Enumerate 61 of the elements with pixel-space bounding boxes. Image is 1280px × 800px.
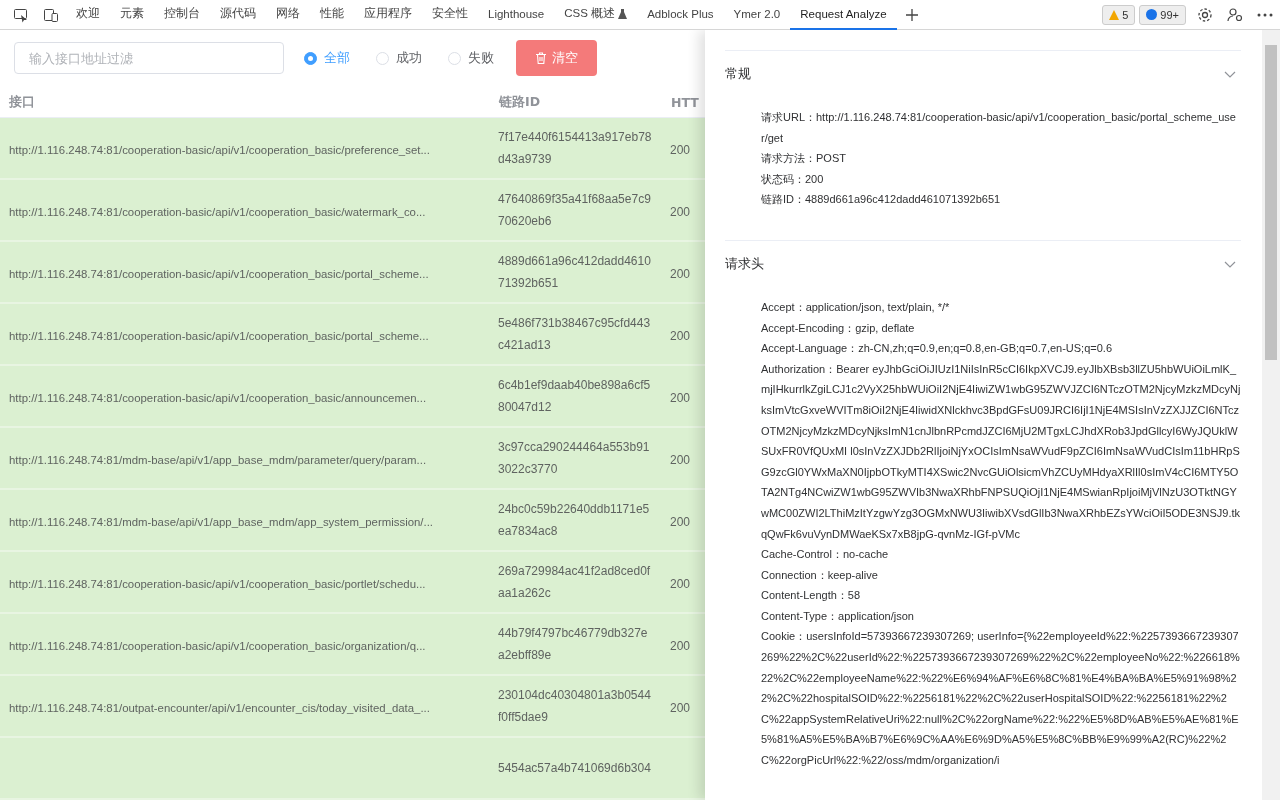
status-text: 200	[669, 638, 691, 653]
warnings-badge[interactable]: 5	[1102, 4, 1136, 25]
status-text: 200	[669, 576, 691, 591]
devtools-tab[interactable]: CSS 概述	[554, 0, 638, 30]
messages-badge[interactable]: 99+	[1139, 4, 1186, 25]
trash-icon	[535, 52, 547, 64]
url-text: http://1.116.248.74:81/cooperation-basic/api/v1/cooperation_basic/portal_scheme...	[8, 267, 429, 280]
status-text: 200	[669, 204, 691, 219]
trace-id-text: 24bc0c59b22640ddb1171e5ea7834ac8	[497, 501, 651, 540]
status-text: 200	[669, 514, 691, 529]
url-text: http://1.116.248.74:81/cooperation-basic/api/v1/cooperation_basic/announcemen...	[8, 391, 427, 404]
scrollbar[interactable]	[1262, 30, 1280, 800]
status-text: 200	[669, 266, 691, 281]
status-text: 200	[669, 142, 691, 157]
trace-id-text: 4889d661a96c412dadd461071392b651	[497, 253, 652, 292]
status-radio[interactable]: 成功	[376, 49, 422, 67]
url-text: http://1.116.248.74:81/mdm-base/api/v1/app_base_mdm/app_system_permission/...	[8, 515, 434, 528]
devtools-tab[interactable]: 元素	[110, 0, 154, 30]
url-text: http://1.116.248.74:81/cooperation-basic/api/v1/cooperation_basic/preference_set...	[8, 143, 430, 156]
trace-id-text: 47640869f35a41f68aa5e7c970620eb6	[497, 191, 652, 230]
devtools-tab[interactable]: Ymer 2.0	[723, 0, 791, 30]
url-text: http://1.116.248.74:81/cooperation-basic/api/v1/cooperation_basic/watermark_co...	[8, 205, 426, 218]
trace-id-text: 5454ac57a4b741069d6b304	[497, 760, 652, 777]
status-text: 200	[669, 700, 691, 715]
section-title[interactable]: 请求头	[725, 254, 764, 273]
devtools-tab[interactable]: Adblock Plus	[637, 0, 724, 30]
devtools-tab[interactable]: Lighthouse	[478, 0, 555, 30]
detail-line: 请求方法：POST	[761, 151, 847, 167]
trace-id-text: 5e486f731b38467c95cfd443c421ad13	[497, 315, 652, 354]
column-header: 接口	[9, 94, 35, 111]
status-text: 200	[669, 390, 691, 405]
url-text: http://1.116.248.74:81/cooperation-basic/api/v1/cooperation_basic/organization/q...	[8, 639, 426, 652]
trace-id-text: 7f17e440f6154413a917eb78d43a9739	[497, 129, 653, 168]
url-text: http://1.116.248.74:81/outpat-encounter/api/v1/encounter_cis/today_visited_data_...	[8, 701, 430, 714]
url-text: http://1.116.248.74:81/cooperation-basic/api/v1/cooperation_basic/portal_scheme...	[8, 329, 429, 342]
trace-id-text: 269a729984ac41f2ad8ced0faa1a262c	[497, 563, 652, 602]
devtools-tab[interactable]: 性能	[310, 0, 354, 30]
url-text: http://1.116.248.74:81/mdm-base/api/v1/app_base_mdm/parameter/query/param...	[8, 453, 427, 466]
detail-line: Accept-Language：zh-CN,zh;q=0.9,en;q=0.8,en-GB;q=0.7,en-US;q=0.6	[761, 341, 1113, 357]
devtools-tab[interactable]: 控制台	[154, 0, 210, 30]
detail-line: Connection：keep-alive	[761, 567, 879, 583]
trace-id-text: 3c97cca290244464a553b913022c3770	[497, 439, 651, 478]
detail-line: 链路ID：4889d661a96c412dadd461071392b651	[761, 192, 1002, 208]
column-header: HTT	[671, 95, 699, 110]
column-header: 链路ID	[499, 94, 541, 111]
detail-line: Content-Length：58	[761, 588, 862, 604]
devtools-tab[interactable]: 安全性	[422, 0, 478, 30]
trace-id-text: 44b79f4797bc46779db327ea2ebff89e	[497, 625, 649, 664]
status-text: 200	[669, 452, 691, 467]
trace-id-text: 230104dc40304801a3b0544f0ff5dae9	[497, 687, 652, 726]
trace-id-text: 6c4b1ef9daab40be898a6cf580047d12	[497, 377, 652, 416]
url-text: http://1.116.248.74:81/cooperation-basic/api/v1/cooperation_basic/portlet/schedu...	[8, 577, 426, 590]
filter-field[interactable]: 输入接口地址过滤	[14, 42, 284, 74]
status-text: 200	[669, 328, 691, 343]
status-radio[interactable]: 失败	[448, 49, 494, 67]
devtools-tab[interactable]: 欢迎	[66, 0, 110, 30]
devtools-tab[interactable]: 应用程序	[354, 0, 422, 30]
detail-line: Accept-Encoding：gzip, deflate	[761, 320, 916, 336]
devtools-tab[interactable]: 源代码	[210, 0, 266, 30]
devtools-tab[interactable]: 网络	[266, 0, 310, 30]
section-title[interactable]: 常规	[725, 65, 751, 83]
